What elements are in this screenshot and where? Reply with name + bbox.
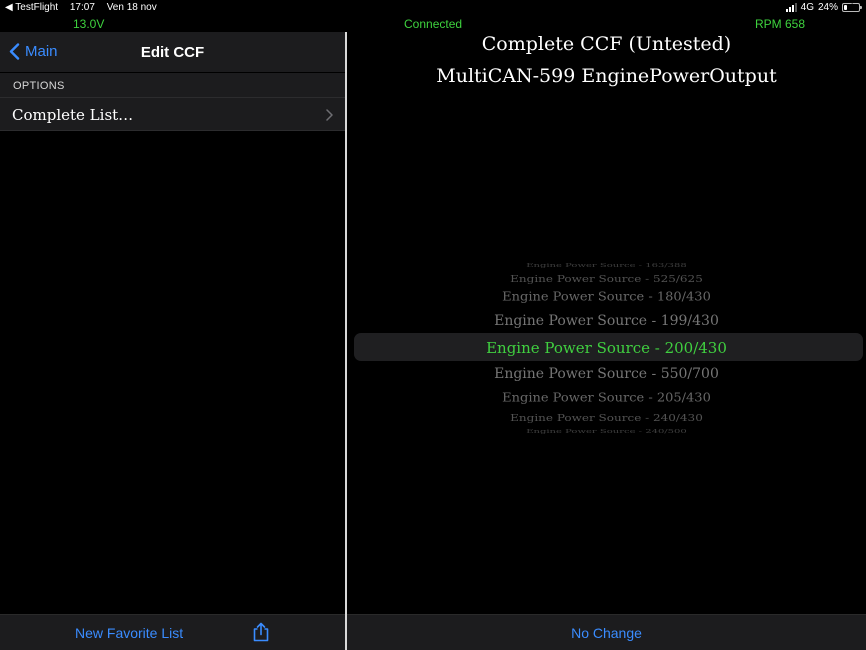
chevron-right-icon [326,109,333,121]
network-type: 4G [800,2,814,13]
telemetry-bar: 13.0V Connected RPM 658 [0,16,866,32]
detail-title: Complete CCF (Untested) [481,33,732,55]
picker-item[interactable]: Engine Power Source - 525/625 [347,273,866,284]
picker-item[interactable]: Engine Power Source - 180/430 [347,291,866,305]
picker-item[interactable]: Engine Power Source - 163/388 [347,262,866,268]
battery-icon: ⚡ [842,1,862,12]
voltage-readout: 13.0V [73,17,105,31]
rpm-readout: RPM 658 [755,17,806,31]
master-pane: Main Edit CCF OPTIONS Complete List… New… [0,32,345,650]
value-picker-wheel[interactable]: Engine Power Source - 163/388 Engine Powe… [347,260,866,436]
share-icon [253,622,269,642]
picker-item[interactable]: Engine Power Source - 199/430 [347,313,866,329]
detail-subtitle: MultiCAN-599 EnginePowerOutput [436,65,777,87]
picker-item[interactable]: Engine Power Source - 240/500 [347,428,866,434]
picker-item[interactable]: Engine Power Source - 550/700 [347,366,866,382]
picker-item-selected[interactable]: Engine Power Source - 200/430 [347,339,866,357]
connection-status: Connected [404,17,463,31]
master-toolbar: New Favorite List [0,614,345,650]
back-to-app-link[interactable]: ◀ TestFlight [5,2,58,13]
battery-percent: 24% [817,2,838,13]
list-item-label: Complete List… [12,106,134,124]
status-bar: ◀ TestFlight 17:07 Ven 18 nov 4G 24% ⚡ [0,0,866,16]
page-title: Edit CCF [140,44,205,61]
picker-item[interactable]: Engine Power Source - 240/430 [347,412,866,423]
list-item-complete-list[interactable]: Complete List… [0,97,345,131]
detail-pane: Complete CCF (Untested) MultiCAN-599 Eng… [347,32,866,650]
charging-bolt-icon: ⚡ [848,1,855,11]
status-time: 17:07 [69,2,95,13]
cellular-signal-icon [785,3,797,12]
no-change-button[interactable]: No Change [347,625,866,641]
section-header-options: OPTIONS [0,72,345,97]
navigation-bar: Main Edit CCF [0,32,345,72]
status-date: Ven 18 nov [106,2,157,13]
share-button[interactable] [252,622,270,647]
status-bar-right: 4G 24% ⚡ [785,1,862,13]
picker-item[interactable]: Engine Power Source - 205/430 [347,392,866,406]
status-bar-left: ◀ TestFlight 17:07 Ven 18 nov [5,2,166,13]
new-favorite-list-button[interactable]: New Favorite List [75,625,183,641]
detail-toolbar: No Change [347,614,866,650]
battery-level [844,5,847,10]
